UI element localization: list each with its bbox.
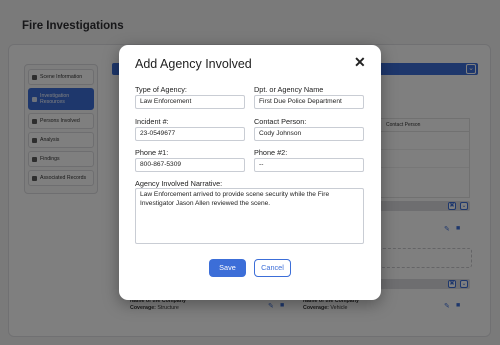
narrative-label: Agency Involved Narrative: xyxy=(135,179,223,188)
cancel-button[interactable]: Cancel xyxy=(254,259,291,277)
contact-person-label: Contact Person: xyxy=(254,117,307,126)
phone2-input[interactable]: -- xyxy=(254,158,364,172)
dialog-title: Add Agency Involved xyxy=(135,57,252,71)
phone1-label: Phone #1: xyxy=(135,148,169,157)
agency-name-input[interactable]: First Due Police Department xyxy=(254,95,364,109)
add-agency-dialog: Add Agency Involved ✕ Type of Agency: La… xyxy=(119,45,381,300)
type-of-agency-label: Type of Agency: xyxy=(135,85,187,94)
narrative-textarea[interactable]: Law Enforcement arrived to provide scene… xyxy=(135,188,364,244)
close-icon[interactable]: ✕ xyxy=(354,55,366,69)
phone1-input[interactable]: 800-867-5309 xyxy=(135,158,245,172)
contact-person-input[interactable]: Cody Johnson xyxy=(254,127,364,141)
incident-label: Incident #: xyxy=(135,117,169,126)
phone2-label: Phone #2: xyxy=(254,148,288,157)
type-of-agency-input[interactable]: Law Enforcement xyxy=(135,95,245,109)
incident-input[interactable]: 23-0549677 xyxy=(135,127,245,141)
save-button[interactable]: Save xyxy=(209,259,246,277)
agency-name-label: Dpt. or Agency Name xyxy=(254,85,324,94)
